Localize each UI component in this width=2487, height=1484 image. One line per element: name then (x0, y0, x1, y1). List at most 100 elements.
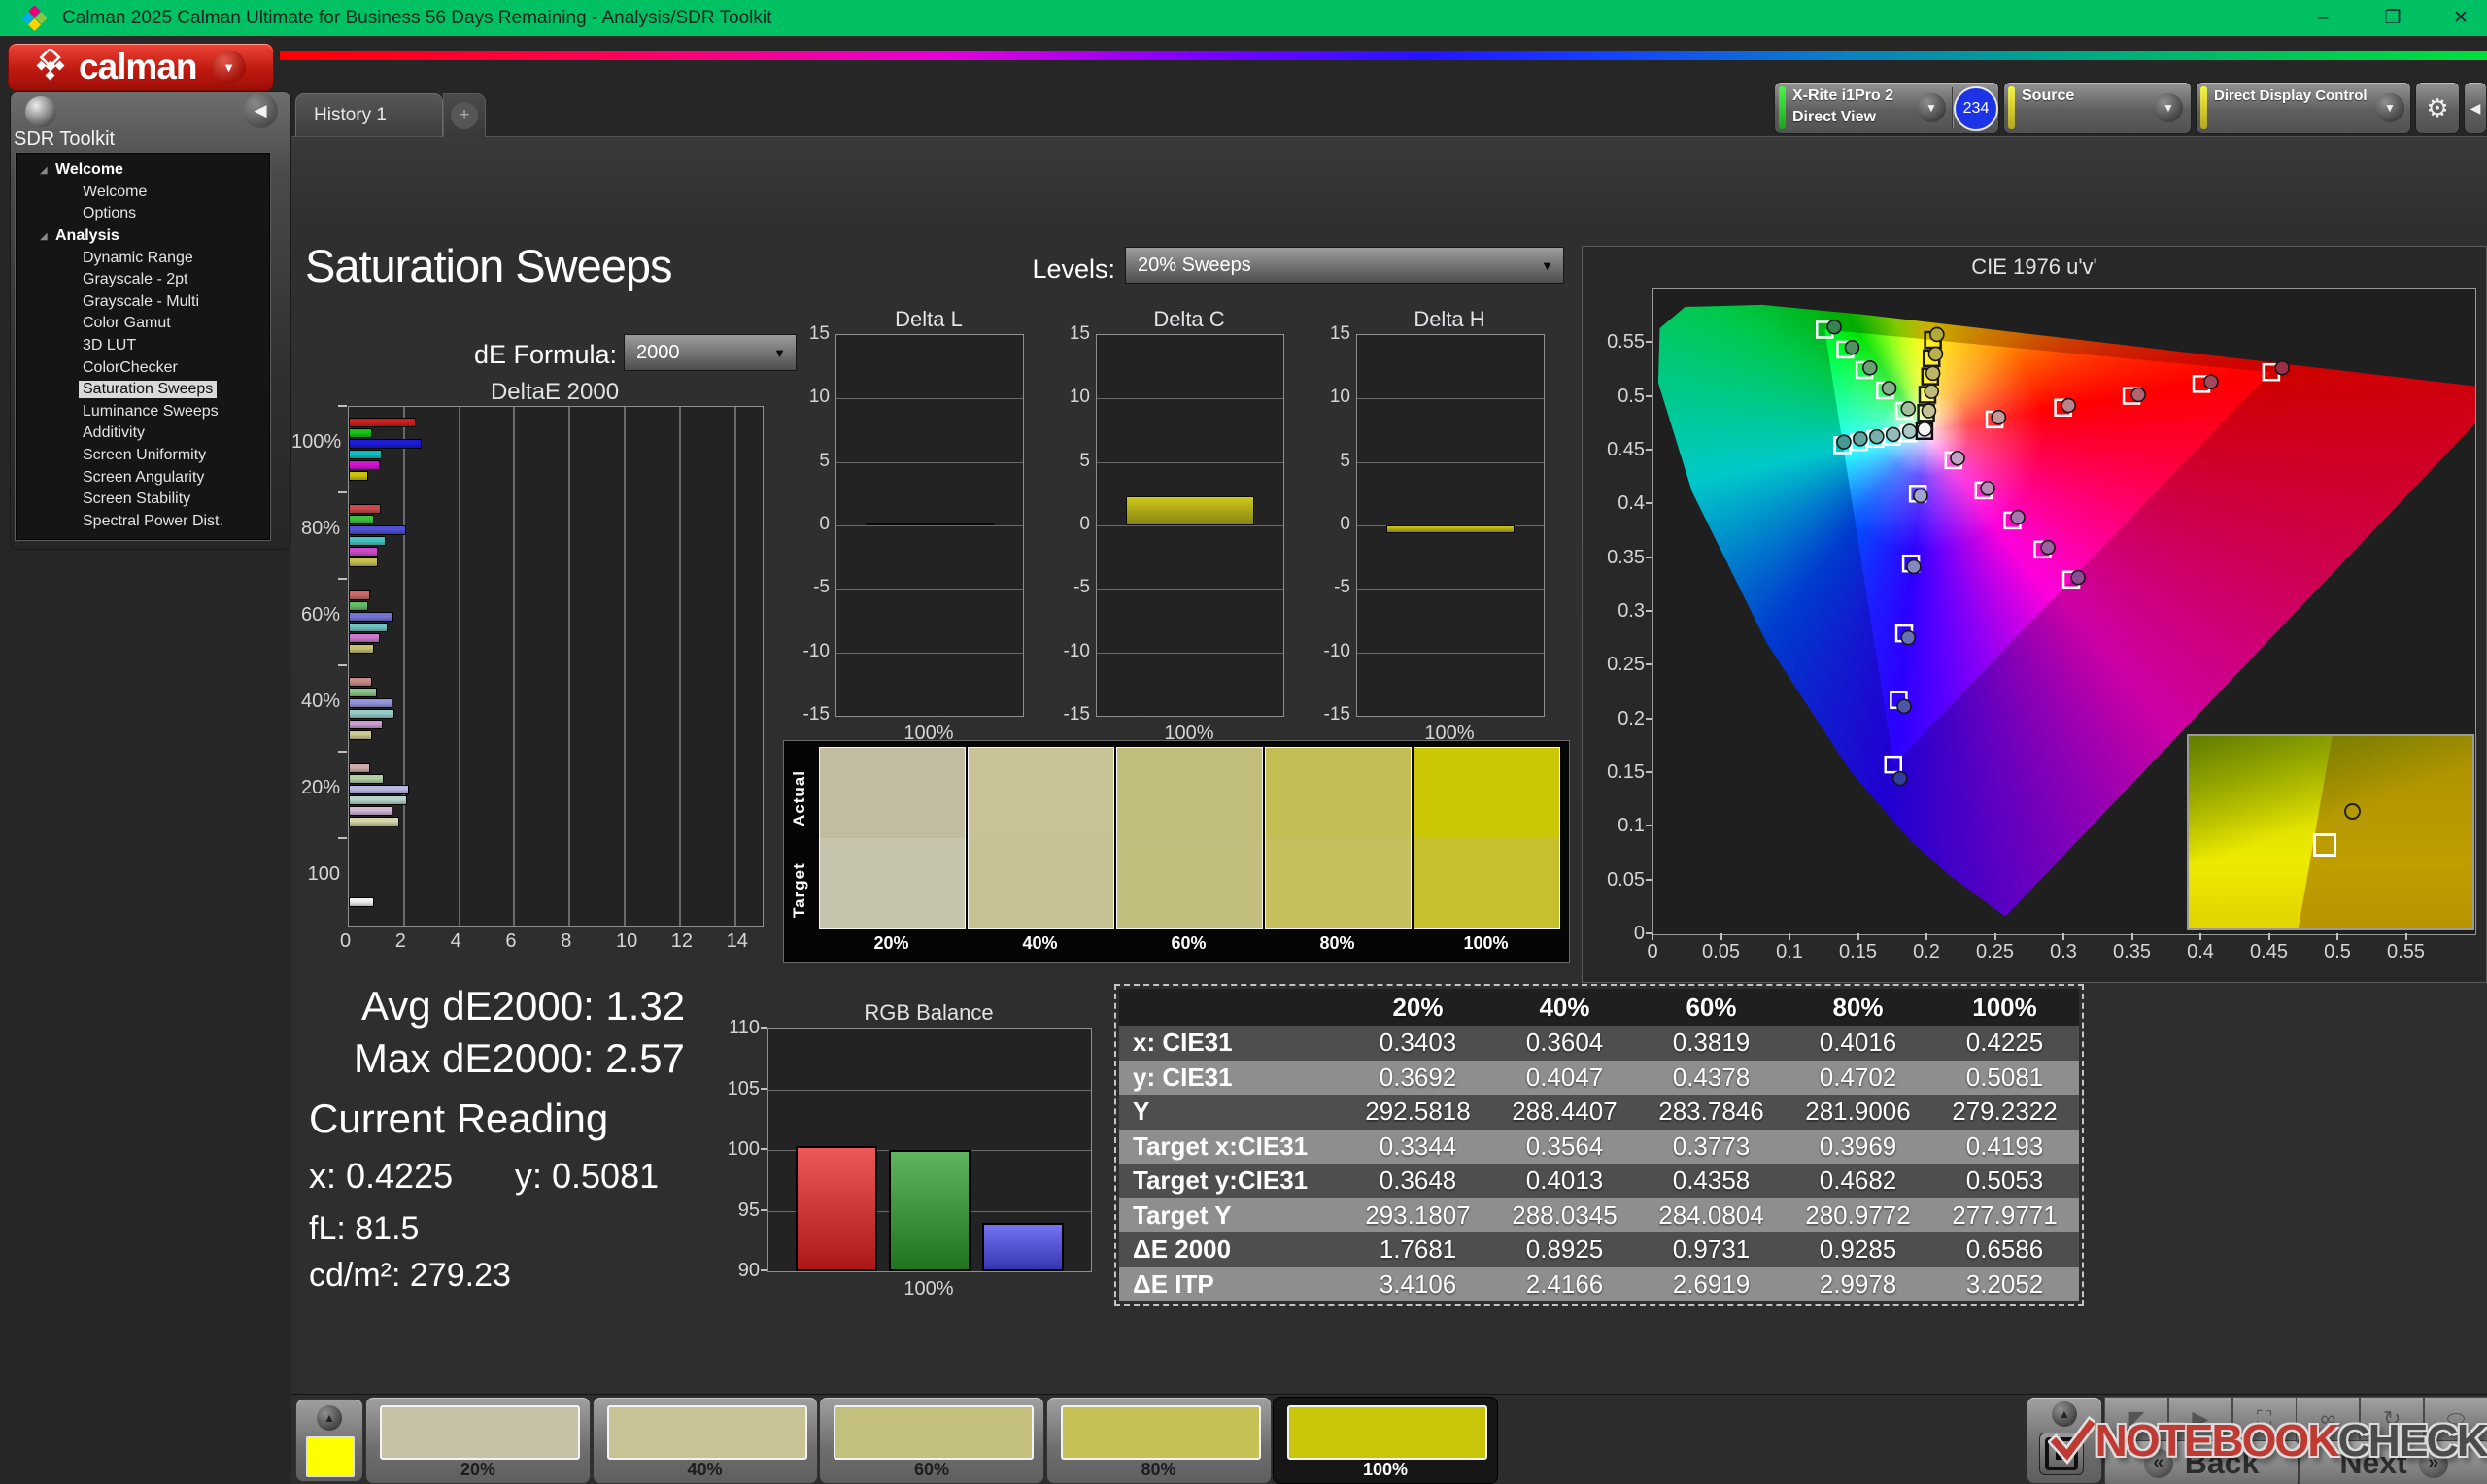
transport-button[interactable]: ∞ (2296, 1397, 2361, 1441)
table-cell: 0.3819 (1672, 1028, 1751, 1058)
measured-circle-marker (1980, 480, 1995, 496)
sidebar-item-dynamic-range[interactable]: Dynamic Range (17, 247, 269, 269)
stop-pattern-button[interactable] (2039, 1433, 2084, 1475)
sidebar-item-3d-lut[interactable]: 3D LUT (17, 335, 269, 357)
expander-icon[interactable]: ◢ (40, 231, 53, 242)
source-selector[interactable]: Source ▼ (2003, 82, 2192, 134)
level-label: 40% (687, 1460, 723, 1479)
sidebar-item-grayscale-2pt[interactable]: Grayscale - 2pt (17, 269, 269, 291)
collapse-up-icon[interactable]: ▲ (317, 1405, 342, 1431)
window-title: Calman 2025 Calman Ultimate for Business… (62, 7, 772, 28)
source-dropdown-icon[interactable]: ▼ (2154, 93, 2183, 122)
gridline (678, 407, 681, 926)
de-formula-dropdown[interactable]: 2000 ▼ (624, 334, 797, 371)
table-cell: 0.4013 (1525, 1165, 1604, 1196)
table-cell: 279.2322 (1952, 1096, 2058, 1127)
back-button[interactable]: « Back (2104, 1440, 2299, 1484)
group-label: 60% (300, 604, 340, 625)
meter-count-badge[interactable]: 234 (1954, 86, 1998, 131)
gear-icon: ⚙ (2426, 92, 2449, 122)
table-row[interactable]: ΔE 2000 1.7681 0.8925 0.9731 0.9285 0.6586 (1119, 1232, 2079, 1267)
transport-button[interactable]: ⬭ (2424, 1397, 2487, 1441)
calman-dropdown-icon[interactable]: ▼ (212, 51, 246, 84)
sidebar-item-grayscale-multi[interactable]: Grayscale - Multi (17, 291, 269, 314)
sidebar-item-color-gamut[interactable]: Color Gamut (17, 313, 269, 335)
close-button[interactable]: ✕ (2431, 0, 2487, 36)
minimize-button[interactable]: – (2293, 0, 2353, 36)
tab-history-1[interactable]: History 1 (295, 93, 443, 136)
sidebar-sphere-button[interactable] (25, 96, 56, 127)
table-row[interactable]: Target y:CIE31 0.3648 0.4013 0.4358 0.4682 0.… (1119, 1164, 2079, 1198)
measured-circle-marker (1924, 384, 1940, 399)
delta-mini-title: Delta H (1414, 307, 1485, 331)
transport-button[interactable]: ◤ (2104, 1397, 2168, 1441)
sidebar-item-screen-uniformity[interactable]: Screen Uniformity (17, 445, 269, 467)
pattern-level-button-20%[interactable]: 20% (365, 1397, 591, 1484)
sidebar-item-screen-stability[interactable]: Screen Stability (17, 489, 269, 511)
measured-circle-marker (1917, 422, 1932, 437)
table-cell: 0.4702 (1819, 1062, 1897, 1092)
cie-y-tick: 0.15 (1607, 761, 1645, 783)
sidebar-item-additivity[interactable]: Additivity (17, 422, 269, 445)
transport-button[interactable]: ⛶ (2231, 1397, 2297, 1441)
swatch-level-label: 80% (1319, 933, 1355, 953)
sidebar-collapse-icon[interactable]: ◀ (243, 93, 278, 128)
delta-mini-chart-delta-c (1096, 334, 1284, 717)
pattern-mini-card[interactable]: ▲ (295, 1399, 363, 1482)
table-cell: 0.9731 (1672, 1234, 1751, 1265)
y-tick-label: 95 (737, 1198, 760, 1221)
pattern-level-button-40%[interactable]: 40% (592, 1397, 818, 1484)
source-label: Source (2022, 87, 2075, 104)
transport-button[interactable]: ▶ (2167, 1397, 2232, 1441)
x-tick-label: 2 (394, 930, 406, 952)
transport-button[interactable]: ↻ (2360, 1397, 2425, 1441)
table-cell: 1.7681 (1379, 1234, 1457, 1265)
expander-icon[interactable]: ◢ (40, 165, 53, 176)
table-cell: 0.4047 (1525, 1062, 1604, 1092)
table-cell: 3.2052 (1965, 1268, 2044, 1298)
calman-menu-button[interactable]: calman ▼ (8, 43, 274, 91)
table-cell: 0.4358 (1672, 1165, 1751, 1196)
sidebar-item-saturation-sweeps[interactable]: Saturation Sweeps (17, 379, 269, 401)
axis-tick (338, 405, 347, 407)
pattern-level-button-100%[interactable]: 100% (1273, 1397, 1498, 1484)
rgb-balance-title: RGB Balance (864, 1000, 994, 1025)
table-row[interactable]: ΔE ITP 3.4106 2.4166 2.6919 2.9978 3.2052 (1119, 1266, 2079, 1301)
table-row[interactable]: Target Y 293.1807 288.0345 284.0804 280.9772… (1119, 1197, 2079, 1232)
restore-button[interactable]: ❐ (2363, 0, 2423, 36)
table-cell: 2.9978 (1819, 1268, 1897, 1298)
de-bar-80%-Green (349, 515, 374, 524)
sidebar-item-options[interactable]: Options (17, 203, 269, 225)
meter-dropdown-icon[interactable]: ▼ (1917, 93, 1946, 122)
sidebar-item-luminance-sweeps[interactable]: Luminance Sweeps (17, 401, 269, 423)
sidebar-item-analysis[interactable]: ◢ Analysis (17, 225, 269, 248)
table-row[interactable]: Y 292.5818 288.4407 283.7846 281.9006 279.232… (1119, 1095, 2079, 1130)
sidebar-item-spectral-power-dist-[interactable]: Spectral Power Dist. (17, 511, 269, 533)
settings-button[interactable]: ⚙ (2415, 82, 2460, 134)
cie-y-tick: 0.4 (1618, 492, 1645, 515)
measured-circle-marker (2061, 397, 2077, 414)
pattern-level-button-60%[interactable]: 60% (819, 1397, 1044, 1484)
meter-mode: Direct View (1792, 109, 1876, 125)
sidebar-item-screen-angularity[interactable]: Screen Angularity (17, 466, 269, 489)
target-swatch (1266, 838, 1411, 928)
next-button[interactable]: Next » (2299, 1440, 2487, 1484)
pattern-level-button-80%[interactable]: 80% (1045, 1397, 1272, 1484)
delta-mini-bar (1386, 525, 1515, 533)
table-row[interactable]: y: CIE31 0.3692 0.4047 0.4378 0.4702 0.5081 (1119, 1060, 2079, 1095)
display-control-selector[interactable]: Direct Display Control ▼ (2196, 82, 2411, 134)
sidebar-item-colorchecker[interactable]: ColorChecker (17, 356, 269, 379)
sidebar-item-welcome[interactable]: Welcome (17, 182, 269, 204)
results-table[interactable]: 20% 40% 60% 80% 100% x: CIE31 0.3403 0.3604 0.38… (1114, 984, 2084, 1306)
de-bar-60%-Yellow (349, 644, 375, 654)
collapse-up-icon[interactable]: ▲ (2052, 1401, 2077, 1427)
sidebar-item-welcome[interactable]: ◢ Welcome (17, 159, 269, 182)
levels-label: Levels: (1032, 254, 1115, 284)
add-tab-button[interactable]: + (443, 93, 486, 137)
display-dropdown-icon[interactable]: ▼ (2375, 93, 2404, 122)
table-row[interactable]: Target x:CIE31 0.3344 0.3564 0.3773 0.3969 0.… (1119, 1129, 2079, 1164)
meter-selector[interactable]: X-Rite i1Pro 2 Direct View ▼ 234 (1774, 82, 1999, 134)
table-row[interactable]: x: CIE31 0.3403 0.3604 0.3819 0.4016 0.4225 (1119, 1026, 2079, 1061)
panel-collapse-button[interactable]: ◀ (2464, 82, 2487, 134)
levels-dropdown[interactable]: 20% Sweeps ▼ (1125, 247, 1564, 284)
